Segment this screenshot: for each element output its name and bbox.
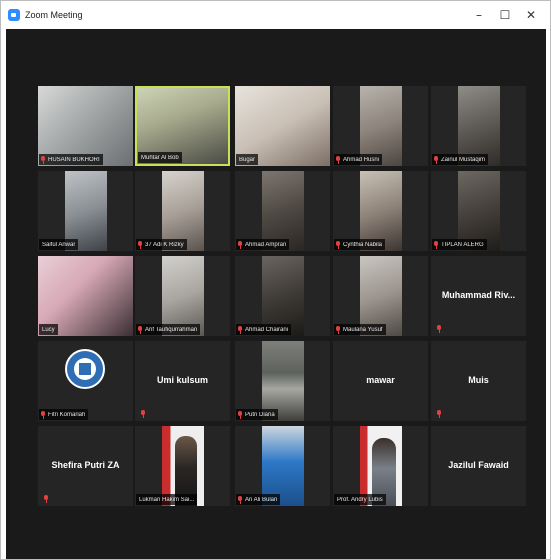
mic-muted-icon [238,240,242,249]
zoom-window: Zoom Meeting – ☐ ✕ HUSAIN BUKHORI Muhtar… [0,0,551,560]
name-label: Lukman Hakim Sai... [136,494,198,505]
participant-tile[interactable]: Ari Ali Bulan [235,426,330,506]
participant-tile[interactable]: Lucy [38,256,133,336]
name-label: 37 Adi K Rizky [136,239,187,250]
participant-tile[interactable]: Arif Taufiqurrahman [135,256,230,336]
mic-muted-icon [437,410,441,418]
participant-tile[interactable]: Zainul Mustaqim [431,86,526,166]
mic-muted-icon [437,325,441,333]
mic-muted-icon [336,240,340,249]
participant-tile[interactable]: Maulana Yusuf [333,256,428,336]
gallery-grid: HUSAIN BUKHORI Muhtar Al Bob Bugar Ahmad… [38,86,526,531]
name-label: Ahmad Ampran [236,239,290,250]
participant-tile[interactable]: Shefira Putri ZA [38,426,133,506]
name-label: Muhtar Al Bob [138,152,182,163]
title-bar: Zoom Meeting – ☐ ✕ [1,1,550,29]
name-label: Prof. Andry Lubis [334,494,386,505]
participant-name: Muhammad Riv... [441,290,516,300]
profile-logo-icon [65,349,105,389]
name-label: Ahmad Chairani [236,324,292,335]
participant-tile[interactable]: Umi kulsum [135,341,230,421]
mic-muted-icon [44,495,48,503]
name-label: Zainul Mustaqim [432,154,489,165]
participant-name: mawar [366,375,395,385]
participant-tile[interactable]: Ahmad Chairani [235,256,330,336]
window-controls: – ☐ ✕ [466,5,544,25]
participant-tile[interactable]: TIPLAN ALERG [431,171,526,251]
participant-tile[interactable]: Ahmad Husni [333,86,428,166]
participant-tile[interactable]: Prof. Andry Lubis [333,426,428,506]
participant-tile[interactable]: 37 Adi K Rizky [135,171,230,251]
participant-tile[interactable]: Muis [431,341,526,421]
name-label: Saiful Anwar [39,239,79,250]
name-label: Cynthia Nabila [334,239,386,250]
window-title: Zoom Meeting [25,10,83,20]
participant-tile-active-speaker[interactable]: Muhtar Al Bob [135,86,230,166]
name-label: Lucy [39,324,58,335]
name-label: Fitri Komariah [39,409,89,420]
participant-tile[interactable]: Fitri Komariah [38,341,133,421]
participant-tile[interactable]: Saiful Anwar [38,171,133,251]
participant-tile[interactable]: Bugar [235,86,330,166]
mic-muted-icon [138,325,142,334]
mic-muted-icon [238,410,242,419]
participant-tile[interactable]: Jazilul Fawaid [431,426,526,506]
participant-tile[interactable]: Muhammad Riv... [431,256,526,336]
name-label: Ahmad Husni [334,154,383,165]
mic-muted-icon [141,410,145,418]
mic-muted-icon [238,325,242,334]
meeting-area: HUSAIN BUKHORI Muhtar Al Bob Bugar Ahmad… [6,29,546,559]
name-label: Bugar [236,154,259,165]
name-label: Maulana Yusuf [334,324,386,335]
mic-muted-icon [336,155,340,164]
participant-tile[interactable]: Lukman Hakim Sai... [135,426,230,506]
participant-tile[interactable]: Cynthia Nabila [333,171,428,251]
mic-muted-icon [41,155,45,164]
close-button[interactable]: ✕ [518,5,544,25]
participant-tile[interactable]: mawar [333,341,428,421]
name-label: Ari Ali Bulan [236,494,281,505]
mic-muted-icon [138,240,142,249]
mic-muted-icon [41,410,45,419]
participant-tile[interactable]: Ahmad Ampran [235,171,330,251]
name-label: TIPLAN ALERG [432,239,487,250]
participant-name: Jazilul Fawaid [448,460,509,470]
mic-muted-icon [238,495,242,504]
participant-name: Shefira Putri ZA [51,460,120,470]
mic-muted-icon [434,155,438,164]
maximize-button[interactable]: ☐ [492,5,518,25]
name-label: HUSAIN BUKHORI [39,154,103,165]
participant-tile[interactable]: Putri Diana [235,341,330,421]
name-label: Arif Taufiqurrahman [136,324,201,335]
zoom-logo-icon [8,9,20,21]
name-label: Putri Diana [236,409,278,420]
participant-tile[interactable]: HUSAIN BUKHORI [38,86,133,166]
mic-muted-icon [336,325,340,334]
minimize-button[interactable]: – [466,5,492,25]
participant-name: Muis [468,375,489,385]
mic-muted-icon [434,240,438,249]
participant-name: Umi kulsum [156,375,208,385]
